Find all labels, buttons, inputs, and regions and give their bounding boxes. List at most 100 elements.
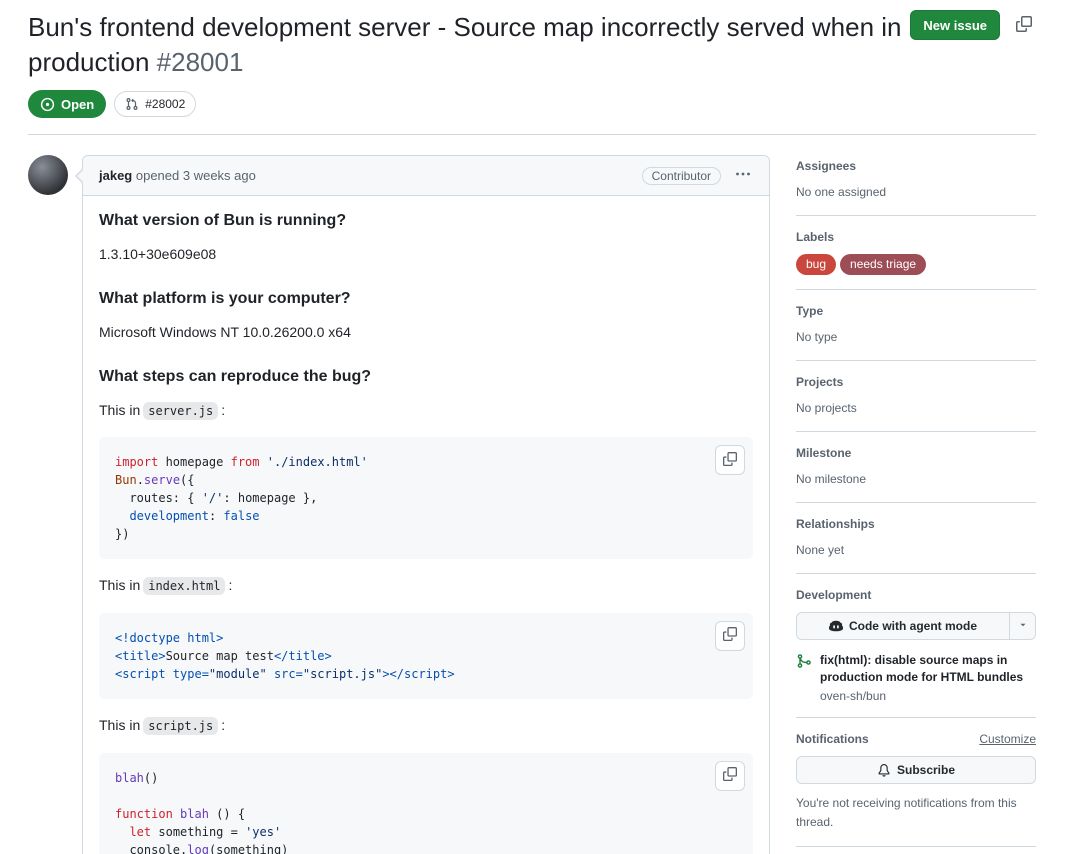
sidebar-section-assignees: Assignees No one assigned <box>796 159 1036 217</box>
comment-options-button[interactable] <box>733 164 753 187</box>
this-in-server-js: This in server.js: <box>99 401 226 420</box>
copy-title-button[interactable] <box>1012 12 1036 39</box>
git-merge-icon <box>796 653 812 704</box>
notifications-header: Notifications Customize <box>796 732 1036 746</box>
sidebar-section-notifications: Notifications Customize Subscribe You're… <box>796 732 1036 847</box>
issue-header: New issue Bun's frontend development ser… <box>28 10 1036 119</box>
bell-icon <box>877 763 891 777</box>
header-divider <box>28 134 1036 136</box>
label-pill[interactable]: bug <box>796 254 837 275</box>
this-in-script-js: This in script.js: <box>99 716 226 735</box>
linked-pr-item[interactable]: fix(html): disable source maps in produc… <box>796 652 1036 704</box>
heading-platform: What platform is your computer? <box>99 289 351 307</box>
sidebar-section-type: Type No type <box>796 304 1036 361</box>
code-line: console.log(something) <box>115 842 289 854</box>
author-avatar[interactable] <box>28 155 68 196</box>
copy-icon <box>1016 15 1032 35</box>
code-line: routes: { '/': homepage }, <box>115 491 318 506</box>
this-in-index-html: This in index.html: <box>99 577 233 596</box>
status-row: Open #28002 <box>28 90 1036 119</box>
copy-code-button[interactable] <box>715 445 745 476</box>
milestone-empty: No milestone <box>796 471 867 486</box>
linked-pr-number: #28002 <box>145 97 186 112</box>
issue-page: New issue Bun's frontend development ser… <box>0 0 1080 854</box>
sidebar-section-milestone: Milestone No milestone <box>796 446 1036 503</box>
sidebar-section-projects: Projects No projects <box>796 375 1036 432</box>
milestone-title: Milestone <box>796 445 852 460</box>
inline-code-index-html: index.html <box>143 577 226 596</box>
label-pill[interactable]: needs triage <box>840 254 927 275</box>
issue-title: Bun's frontend development server - Sour… <box>28 10 928 80</box>
open-status-label: Open <box>61 96 95 112</box>
copy-code-button[interactable] <box>715 620 745 651</box>
development-title: Development <box>796 587 872 602</box>
new-issue-button[interactable]: New issue <box>910 10 1000 40</box>
code-line: }) <box>115 527 130 542</box>
copy-code-button[interactable] <box>715 760 745 791</box>
comment-byline: jakeg opened 3 weeks ago <box>99 168 256 183</box>
chevron-down-icon <box>1018 618 1028 633</box>
subscribe-label: Subscribe <box>896 763 956 778</box>
content-area: jakeg opened 3 weeks ago Contributor Wha… <box>28 155 1036 854</box>
code-line: <title>Source map test</title> <box>115 648 332 663</box>
relationships-empty: None yet <box>796 542 845 557</box>
sidebar-section-development: Development Code with agent mode fix(htm… <box>796 588 1036 719</box>
issue-number: #28001 <box>149 47 244 78</box>
heading-steps: What steps can reproduce the bug? <box>99 367 372 385</box>
copy-icon <box>723 627 737 644</box>
linked-pr-text: fix(html): disable source maps in produc… <box>820 652 1036 704</box>
code-line: blah() <box>115 770 159 785</box>
issue-opened-icon <box>40 97 55 112</box>
sidebar-section-labels: Labels bug needs triage <box>796 230 1036 290</box>
answer-platform: Microsoft Windows NT 10.0.26200.0 x64 <box>99 323 351 340</box>
projects-title: Projects <box>796 374 844 389</box>
projects-empty: No projects <box>796 400 857 415</box>
code-with-agent-button[interactable]: Code with agent mode <box>797 613 1009 639</box>
comment-meta: opened 3 weeks ago <box>132 168 256 184</box>
agent-mode-split-button: Code with agent mode <box>796 611 1036 640</box>
inline-code-script-js: script.js <box>143 716 219 735</box>
issue-sidebar: Assignees No one assigned Labels bug need… <box>796 155 1036 854</box>
comment-column: jakeg opened 3 weeks ago Contributor Wha… <box>75 155 770 854</box>
customize-link[interactable]: Customize <box>979 732 1036 746</box>
assignees-title: Assignees <box>796 159 857 174</box>
code-line: import homepage from './index.html' <box>115 455 368 470</box>
linked-pr-repo: oven-sh/bun <box>820 689 887 704</box>
notifications-title: Notifications <box>796 732 869 747</box>
kebab-icon <box>735 166 751 185</box>
code-line: <script type="module" src="script.js"></… <box>115 666 455 681</box>
comment-header-right: Contributor <box>641 164 753 187</box>
issue-comment: jakeg opened 3 weeks ago Contributor Wha… <box>75 155 770 854</box>
contributor-badge: Contributor <box>641 166 721 185</box>
answer-bun-version: 1.3.10+30e609e08 <box>99 246 217 263</box>
code-line: <!doctype html> <box>115 630 224 645</box>
code-block-index-html: <!doctype html> <title>Source map test</t… <box>99 612 753 699</box>
code-line: let something = 'yes' <box>129 824 282 839</box>
code-block-server-js: import homepage from './index.html' Bun.s… <box>99 437 753 560</box>
inline-code-server-js: server.js <box>143 401 219 420</box>
open-status-badge: Open <box>28 90 107 119</box>
notifications-note: You're not receiving notifications from … <box>796 796 1017 829</box>
comment-body: What version of Bun is running? 1.3.10+3… <box>83 196 769 854</box>
code-line: function blah () { <box>115 806 246 821</box>
assignees-empty: No one assigned <box>796 185 887 200</box>
heading-bun-version: What version of Bun is running? <box>99 212 347 230</box>
agent-button-label: Code with agent mode <box>848 618 977 633</box>
subscribe-button[interactable]: Subscribe <box>796 756 1036 785</box>
header-actions: New issue <box>910 10 1036 40</box>
sidebar-section-relationships: Relationships None yet <box>796 517 1036 574</box>
code-block-script-js: blah() function blah () { let something … <box>99 752 753 854</box>
type-empty: No type <box>796 329 838 344</box>
copy-icon <box>723 451 737 469</box>
linked-pr-title: fix(html): disable source maps in produc… <box>820 652 1024 684</box>
comment-author[interactable]: jakeg <box>99 168 132 183</box>
code-line: Bun.serve({ <box>115 473 195 488</box>
linked-pr-pill[interactable]: #28002 <box>114 91 197 118</box>
agent-mode-dropdown-button[interactable] <box>1009 612 1035 639</box>
copy-icon <box>723 767 737 784</box>
pull-request-icon <box>125 97 139 111</box>
labels-list: bug needs triage <box>796 254 1036 275</box>
relationships-title: Relationships <box>796 516 875 531</box>
type-title: Type <box>796 303 824 318</box>
